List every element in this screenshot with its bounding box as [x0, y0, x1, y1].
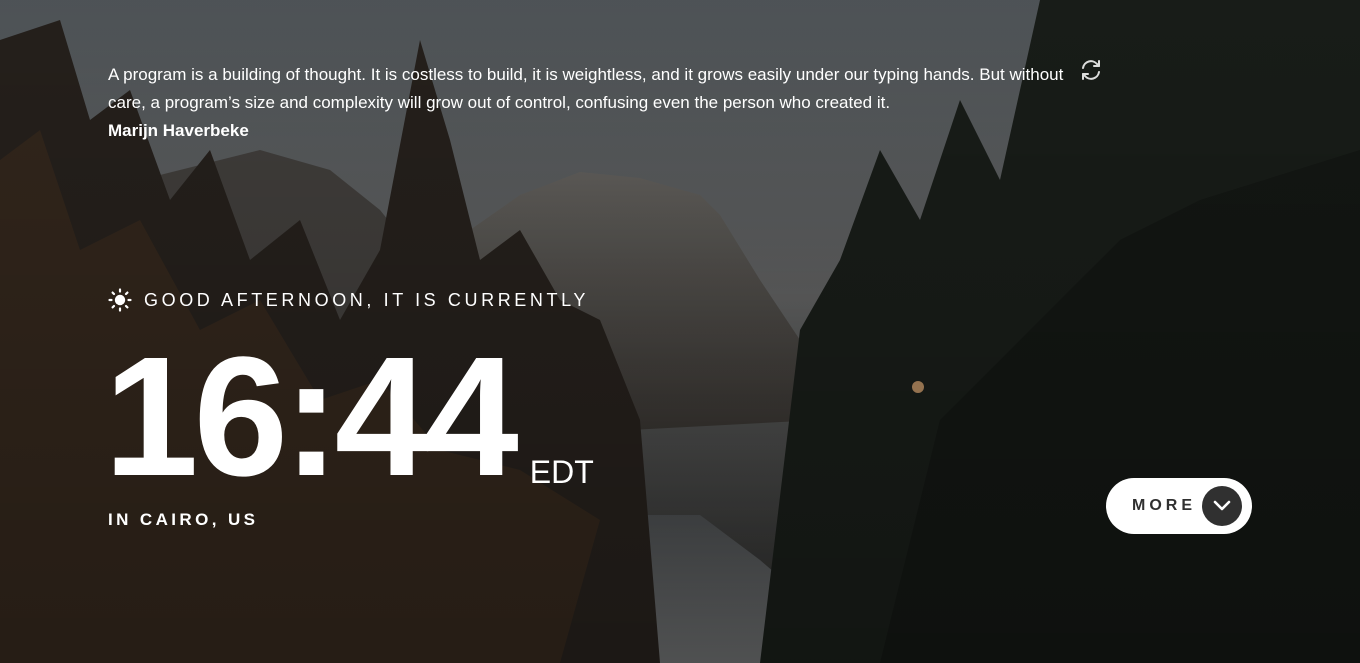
clock: 16:44 EDT [104, 332, 594, 502]
sun-icon [108, 288, 132, 312]
greeting: Good afternoon, it is currently [108, 288, 589, 312]
location-text: In Cairo, US [108, 510, 259, 529]
current-time: 16:44 [104, 322, 519, 512]
quote: A program is a building of thought. It i… [108, 61, 1078, 145]
refresh-icon [1082, 60, 1100, 80]
timezone-abbr: EDT [529, 454, 594, 490]
more-button-circle [1202, 486, 1242, 526]
refresh-quote-button[interactable] [1079, 58, 1103, 82]
chevron-down-icon [1213, 500, 1231, 511]
more-button[interactable]: More [1106, 478, 1252, 534]
clock-app: A program is a building of thought. It i… [0, 0, 1360, 663]
quote-text: A program is a building of thought. It i… [108, 65, 1064, 112]
more-button-label: More [1132, 497, 1196, 514]
greeting-text: Good afternoon, it is currently [144, 290, 589, 310]
quote-author: Marijn Haverbeke [108, 121, 249, 140]
